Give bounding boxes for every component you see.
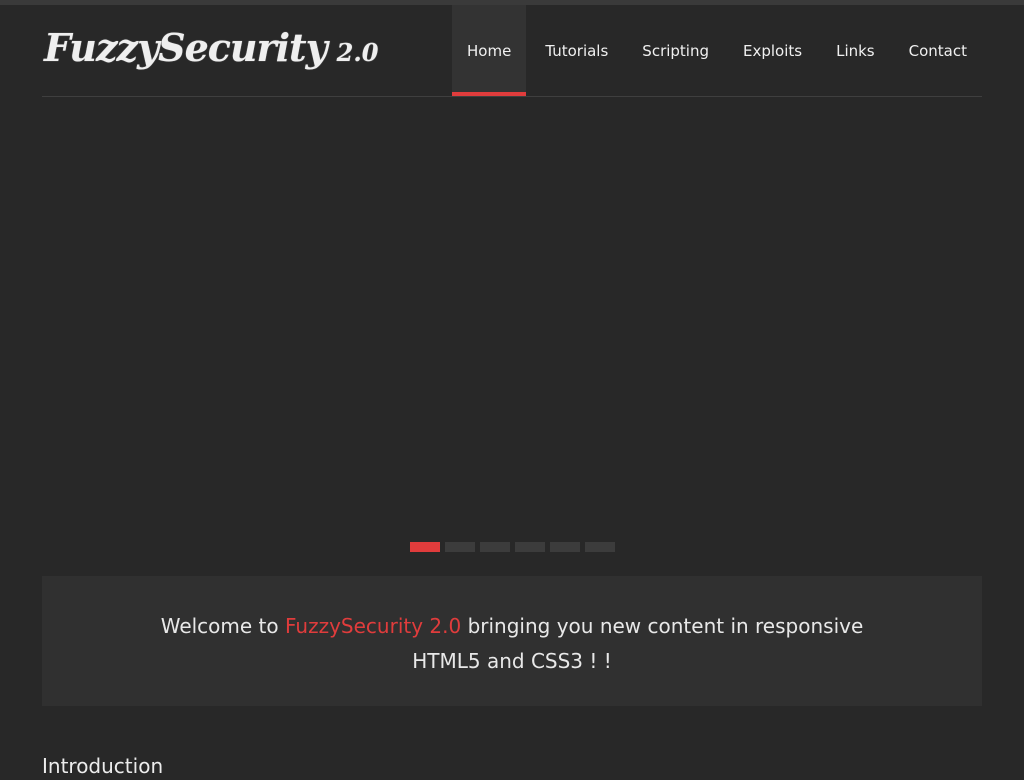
image-slider <box>42 97 982 537</box>
slider-dot-3[interactable] <box>480 542 510 552</box>
logo-version: 2.0 <box>336 38 379 67</box>
nav-item-links[interactable]: Links <box>821 5 890 96</box>
introduction-heading: Introduction <box>42 754 164 778</box>
main-nav: Home Tutorials Scripting Exploits Links … <box>452 5 982 96</box>
site-logo[interactable]: FuzzySecurity 2.0 <box>44 25 378 70</box>
slider-dot-1[interactable] <box>410 542 440 552</box>
welcome-suffix: bringing you new content in responsive H… <box>412 614 864 673</box>
slider-dot-6[interactable] <box>585 542 615 552</box>
welcome-banner: Welcome to FuzzySecurity 2.0 bringing yo… <box>42 576 982 706</box>
welcome-site-name: FuzzySecurity 2.0 <box>285 614 462 638</box>
nav-item-exploits[interactable]: Exploits <box>728 5 817 96</box>
slider-dot-2[interactable] <box>445 542 475 552</box>
site-header: FuzzySecurity 2.0 Home Tutorials Scriptin… <box>42 5 982 97</box>
slider-dot-4[interactable] <box>515 542 545 552</box>
nav-item-scripting[interactable]: Scripting <box>627 5 724 96</box>
logo-name: FuzzySecurity <box>44 25 328 70</box>
welcome-prefix: Welcome to <box>160 614 285 638</box>
nav-item-contact[interactable]: Contact <box>894 5 982 96</box>
nav-item-tutorials[interactable]: Tutorials <box>530 5 623 96</box>
slider-dot-5[interactable] <box>550 542 580 552</box>
slider-pagination <box>410 542 620 552</box>
nav-item-home[interactable]: Home <box>452 5 527 96</box>
